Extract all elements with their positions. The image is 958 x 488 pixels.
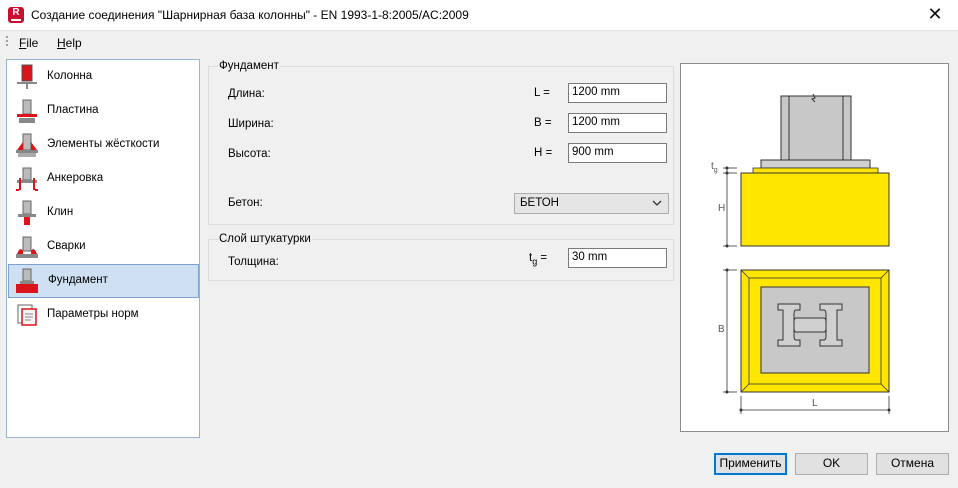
concrete-select[interactable]: БЕТОН	[514, 193, 669, 214]
height-label: Высота:	[228, 148, 271, 160]
menu-bar: File Help	[0, 31, 958, 53]
thickness-symbol: tg =	[529, 252, 548, 267]
width-input[interactable]: 1200 mm	[568, 113, 667, 133]
section-nav: Колонна Пластина Элементы жёсткости Анке…	[6, 59, 200, 438]
menu-help[interactable]: Help	[57, 36, 82, 50]
nav-item-shear-key[interactable]: Клин	[8, 196, 199, 230]
nav-item-column[interactable]: Колонна	[8, 60, 199, 94]
close-icon: ✕	[927, 4, 943, 24]
nav-item-anchorage[interactable]: Анкеровка	[8, 162, 199, 196]
length-symbol: L =	[534, 87, 550, 99]
nav-item-stiffeners[interactable]: Элементы жёсткости	[8, 128, 199, 162]
grout-group: Слой штукатурки Толщина: tg = 30 mm	[208, 233, 674, 281]
b-dim-label: B	[718, 324, 725, 335]
shear-key-icon	[18, 200, 36, 225]
code-params-icon	[17, 304, 37, 326]
height-symbol: H =	[534, 147, 553, 159]
stiffeners-icon	[16, 133, 38, 157]
plate-icon	[17, 99, 37, 123]
close-button[interactable]: ✕	[912, 0, 958, 31]
apply-button[interactable]: Применить	[714, 453, 787, 475]
nav-item-plate[interactable]: Пластина	[8, 94, 199, 128]
thickness-input[interactable]: 30 mm	[568, 248, 667, 268]
chevron-down-icon	[652, 196, 662, 213]
cancel-button[interactable]: Отмена	[876, 453, 949, 475]
concrete-select-value: БЕТОН	[520, 197, 559, 209]
foundation-group: Фундамент Длина: L = 1200 mm Ширина: B =…	[208, 60, 674, 225]
menu-grip	[6, 36, 8, 48]
welds-icon	[16, 236, 38, 258]
height-input[interactable]: 900 mm	[568, 143, 667, 163]
h-dim-label: H	[718, 203, 726, 214]
foundation-diagram	[723, 93, 891, 414]
length-input[interactable]: 1200 mm	[568, 83, 667, 103]
length-label: Длина:	[228, 88, 265, 100]
nav-item-welds[interactable]: Сварки	[8, 230, 199, 264]
l-dim-label: L	[812, 398, 818, 409]
nav-item-code-params[interactable]: Параметры норм	[8, 298, 199, 332]
foundation-icon	[16, 268, 38, 293]
nav-item-foundation[interactable]: Фундамент	[8, 264, 199, 298]
title-bar: R Создание соединения "Шарнирная база ко…	[0, 0, 958, 31]
window-title: Создание соединения "Шарнирная база коло…	[31, 8, 469, 22]
anchorage-icon	[16, 167, 38, 191]
menu-file[interactable]: File	[19, 36, 38, 50]
app-icon: R	[8, 7, 24, 23]
tg-dim-label: tg	[711, 161, 718, 174]
width-label: Ширина:	[228, 118, 274, 130]
preview-drawing: tg H B L	[680, 63, 949, 432]
grout-group-title: Слой штукатурки	[218, 233, 312, 245]
foundation-group-title: Фундамент	[218, 60, 280, 72]
ok-button[interactable]: OK	[795, 453, 868, 475]
thickness-label: Толщина:	[228, 256, 279, 268]
width-symbol: B =	[534, 117, 552, 129]
column-icon	[17, 64, 37, 89]
concrete-label: Бетон:	[228, 197, 263, 209]
